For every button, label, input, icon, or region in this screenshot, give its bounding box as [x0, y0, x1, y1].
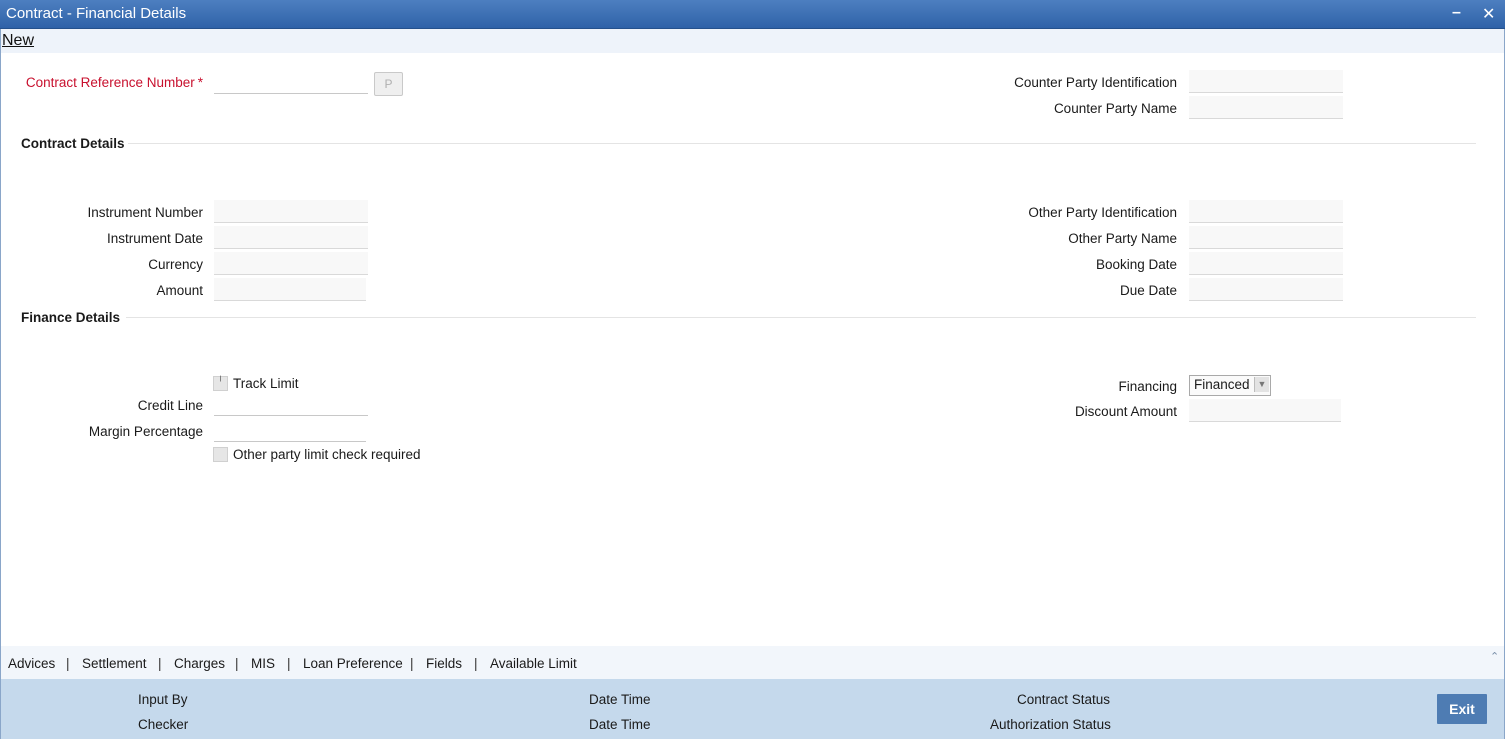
tab-available-limit[interactable]: Available Limit: [490, 656, 577, 671]
chevron-up-icon[interactable]: ⌃: [1490, 650, 1499, 663]
divider: [128, 143, 1476, 144]
tab-loan-preference[interactable]: Loan Preference: [303, 656, 403, 671]
other-party-id-field[interactable]: [1189, 200, 1343, 223]
due-date-label: Due Date: [1119, 283, 1177, 298]
tab-separator: |: [474, 656, 478, 671]
finance-details-heading: Finance Details: [21, 310, 121, 325]
tab-advices[interactable]: Advices: [8, 656, 55, 671]
tab-separator: |: [158, 656, 162, 671]
other-party-name-field[interactable]: [1189, 226, 1343, 249]
contract-ref-input[interactable]: [214, 71, 368, 94]
contract-ref-label: Contract Reference Number *: [25, 75, 203, 90]
due-date-field[interactable]: [1189, 278, 1343, 301]
minimize-icon[interactable]: –: [1452, 4, 1461, 22]
tab-charges[interactable]: Charges: [174, 656, 225, 671]
instrument-date-label: Instrument Date: [106, 231, 203, 246]
new-link[interactable]: New: [2, 32, 34, 50]
checker-label: Checker: [138, 717, 189, 732]
title-bar: Contract - Financial Details – ✕: [0, 0, 1505, 29]
contract-details-heading: Contract Details: [21, 136, 125, 151]
credit-line-input[interactable]: [214, 393, 368, 416]
currency-field[interactable]: [214, 252, 368, 275]
input-by-label: Input By: [138, 692, 188, 707]
tab-separator: |: [235, 656, 239, 671]
currency-label: Currency: [148, 257, 203, 272]
tab-mis[interactable]: MIS: [251, 656, 275, 671]
window-title: Contract - Financial Details: [6, 5, 187, 22]
track-limit-checkbox[interactable]: ╵: [213, 376, 228, 391]
date-time-label: Date Time: [589, 692, 651, 707]
instrument-date-field[interactable]: [214, 226, 368, 249]
counter-party-id-field[interactable]: [1189, 70, 1343, 93]
menu-bar: [1, 29, 1504, 53]
booking-date-label: Booking Date: [1095, 257, 1177, 272]
track-limit-label: Track Limit: [233, 376, 299, 391]
other-party-limit-checkbox[interactable]: [213, 447, 228, 462]
close-icon[interactable]: ✕: [1482, 4, 1495, 24]
margin-percentage-label: Margin Percentage: [88, 424, 203, 439]
tab-separator: |: [66, 656, 70, 671]
financing-label: Financing: [1118, 379, 1177, 394]
tab-settlement[interactable]: Settlement: [82, 656, 147, 671]
amount-field[interactable]: [214, 278, 366, 301]
counter-party-name-field[interactable]: [1189, 96, 1343, 119]
financing-value: Financed: [1194, 377, 1250, 392]
other-party-limit-label: Other party limit check required: [233, 447, 421, 462]
divider: [126, 317, 1476, 318]
discount-amount-label: Discount Amount: [1074, 404, 1177, 419]
discount-amount-field[interactable]: [1189, 399, 1341, 422]
exit-button[interactable]: Exit: [1437, 694, 1487, 724]
authorization-status-label: Authorization Status: [990, 717, 1111, 732]
chevron-down-icon: ▼: [1254, 377, 1269, 392]
financing-select[interactable]: Financed ▼: [1189, 375, 1271, 396]
tab-bar: [1, 646, 1504, 679]
other-party-id-label: Other Party Identification: [1028, 205, 1177, 220]
audit-footer: [1, 679, 1504, 739]
date-time-label: Date Time: [589, 717, 651, 732]
counter-party-name-label: Counter Party Name: [1053, 101, 1177, 116]
other-party-name-label: Other Party Name: [1068, 231, 1177, 246]
instrument-number-field[interactable]: [214, 200, 368, 223]
amount-label: Amount: [156, 283, 203, 298]
instrument-number-label: Instrument Number: [87, 205, 203, 220]
credit-line-label: Credit Line: [137, 398, 203, 413]
booking-date-field[interactable]: [1189, 252, 1343, 275]
counter-party-id-label: Counter Party Identification: [1014, 75, 1177, 90]
margin-percentage-input[interactable]: [214, 419, 366, 442]
tab-fields[interactable]: Fields: [426, 656, 462, 671]
tab-separator: |: [287, 656, 291, 671]
required-marker: *: [197, 75, 203, 90]
pick-button[interactable]: P: [374, 72, 403, 96]
tab-separator: |: [410, 656, 414, 671]
contract-status-label: Contract Status: [1017, 692, 1111, 707]
